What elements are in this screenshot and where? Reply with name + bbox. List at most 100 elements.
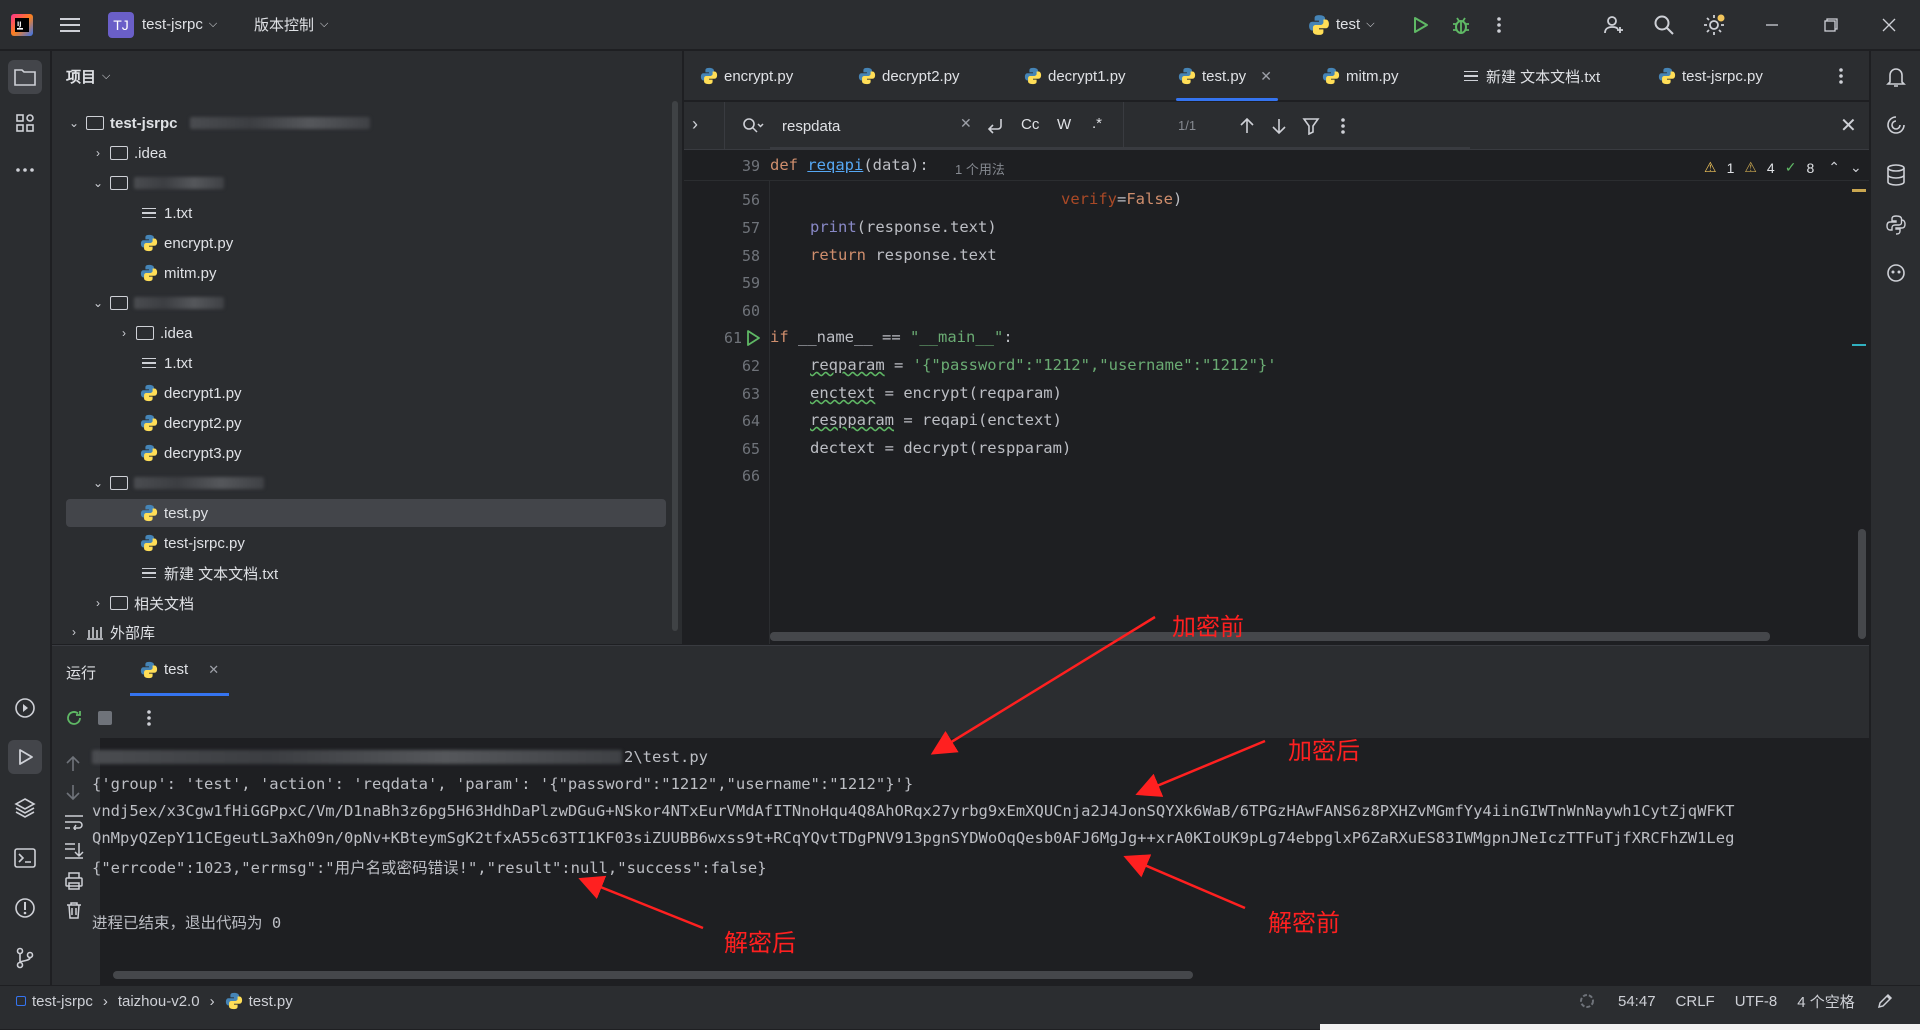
tab-test-py[interactable]: test.py ✕ <box>1176 51 1278 101</box>
breadcrumb-item[interactable]: taizhou-v2.0 <box>118 993 200 1010</box>
tree-item[interactable]: 1.txt <box>140 348 192 378</box>
python-console-icon[interactable] <box>1879 208 1913 242</box>
tree-item[interactable]: mitm.py <box>140 258 217 288</box>
indent-setting[interactable]: 4 个空格 <box>1797 991 1855 1012</box>
git-branch-icon[interactable] <box>8 941 42 975</box>
file-encoding[interactable]: UTF-8 <box>1735 993 1778 1010</box>
scroll-up-icon[interactable] <box>66 756 80 772</box>
tab-mitm-py[interactable]: mitm.py <box>1322 51 1399 101</box>
tree-item[interactable]: 新建 文本文档.txt <box>140 558 278 588</box>
code-editor[interactable]: 39 def reqapi(data): 1 个用法 ⚠ 1 ⚠ 4 ✓ 8 ⌃ ⌄ … <box>684 147 1869 644</box>
warning-stripe[interactable] <box>1852 189 1866 192</box>
tab-test-jsrpc-py[interactable]: test-jsrpc.py <box>1658 51 1763 101</box>
tree-folder-redacted[interactable]: ⌄ <box>90 168 224 198</box>
tree-folder-redacted[interactable]: ⌄ <box>90 288 224 318</box>
project-folder-icon[interactable] <box>8 60 42 94</box>
print-icon[interactable] <box>64 872 84 890</box>
tab-decrypt1-py[interactable]: decrypt1.py <box>1024 51 1126 101</box>
project-scrollbar[interactable] <box>672 101 678 631</box>
tabs-more-icon[interactable] <box>1838 51 1844 101</box>
run-gutter-icon[interactable] <box>745 329 761 347</box>
close-search-icon[interactable]: ✕ <box>1840 113 1857 138</box>
tab-encrypt-py[interactable]: encrypt.py <box>700 51 793 101</box>
close-run-tab-icon[interactable]: ✕ <box>208 662 219 678</box>
tree-item[interactable]: › 外部库 <box>66 617 155 647</box>
debug-button[interactable] <box>1450 0 1472 50</box>
project-switcher[interactable]: TJ test-jsrpc ⌵ <box>108 0 217 50</box>
clear-search-icon[interactable]: ✕ <box>960 115 972 132</box>
tree-item-selected[interactable]: test.py <box>140 498 208 528</box>
tree-item[interactable]: encrypt.py <box>140 228 233 258</box>
inspection-widget[interactable]: ⚠ 1 ⚠ 4 ✓ 8 ⌃ ⌄ <box>1704 159 1862 176</box>
breadcrumb-item[interactable]: test.py <box>249 993 293 1010</box>
restore-icon[interactable] <box>1824 0 1838 50</box>
tree-item[interactable]: decrypt2.py <box>140 408 242 438</box>
console-horizontal-scrollbar[interactable] <box>113 971 1193 979</box>
chevron-down-icon[interactable]: ⌄ <box>1850 159 1862 176</box>
more-actions-icon[interactable] <box>1496 0 1502 50</box>
add-user-icon[interactable] <box>1603 0 1625 50</box>
change-stripe[interactable] <box>1852 344 1866 346</box>
run-button[interactable] <box>1410 0 1430 50</box>
database-icon[interactable] <box>1879 158 1913 192</box>
expand-replace-icon[interactable]: › <box>692 114 698 135</box>
run-more-icon[interactable] <box>146 709 152 727</box>
tab-decrypt2-py[interactable]: decrypt2.py <box>858 51 960 101</box>
notifications-icon[interactable] <box>1879 60 1913 94</box>
breadcrumb-item[interactable]: test-jsrpc <box>32 993 93 1010</box>
caret-position[interactable]: 54:47 <box>1618 993 1656 1010</box>
new-line-icon[interactable] <box>986 117 1004 135</box>
ai-assistant-icon[interactable] <box>1879 108 1913 142</box>
soft-wrap-icon[interactable] <box>64 814 84 830</box>
stop-icon[interactable] <box>98 711 112 725</box>
services-icon[interactable] <box>8 691 42 725</box>
tree-item[interactable]: › .idea <box>116 318 193 348</box>
search-input[interactable] <box>782 114 932 138</box>
whole-words-toggle[interactable]: W <box>1057 116 1071 133</box>
settings-gear-icon[interactable] <box>1702 0 1726 50</box>
editor-horizontal-scrollbar[interactable] <box>770 632 1770 641</box>
layers-icon[interactable] <box>8 791 42 825</box>
arrow-up-icon[interactable] <box>1239 117 1255 135</box>
minimize-icon[interactable] <box>1765 0 1779 50</box>
line-separator[interactable]: CRLF <box>1676 993 1715 1010</box>
run-config-selector[interactable]: test ⌵ <box>1308 0 1375 50</box>
search-more-icon[interactable] <box>1340 117 1346 135</box>
usage-hint[interactable]: 1 个用法 <box>955 159 1005 178</box>
progress-spinner-icon[interactable] <box>1578 992 1596 1010</box>
edit-lock-icon[interactable] <box>1877 993 1893 1009</box>
close-tab-icon[interactable]: ✕ <box>1260 68 1272 85</box>
tree-folder-redacted[interactable]: ⌄ <box>90 468 264 498</box>
tree-item[interactable]: › .idea <box>90 138 167 168</box>
search-icon[interactable] <box>1653 0 1675 50</box>
run-tab-test[interactable]: test ✕ <box>130 646 230 696</box>
terminal-icon[interactable] <box>8 841 42 875</box>
tree-item[interactable]: 1.txt <box>140 198 192 228</box>
tab-text-doc[interactable]: 新建 文本文档.txt <box>1462 51 1600 101</box>
scroll-to-end-icon[interactable] <box>64 842 84 860</box>
filter-icon[interactable] <box>1302 117 1320 135</box>
arrow-down-icon[interactable] <box>1271 117 1287 135</box>
regex-toggle[interactable]: .* <box>1092 115 1102 132</box>
rerun-icon[interactable] <box>64 708 84 728</box>
tree-item[interactable]: test-jsrpc.py <box>140 528 245 558</box>
more-tools-icon[interactable] <box>8 153 42 187</box>
trash-icon[interactable] <box>65 901 83 919</box>
tree-item[interactable]: decrypt1.py <box>140 378 242 408</box>
main-menu-icon[interactable] <box>60 0 80 50</box>
project-panel-header[interactable]: 项目 ⌵ <box>66 51 110 101</box>
vcs-menu[interactable]: 版本控制 ⌵ <box>254 0 328 50</box>
run-tool-icon[interactable] <box>8 740 42 774</box>
structure-icon[interactable] <box>8 106 42 140</box>
copilot-icon[interactable] <box>1879 256 1913 290</box>
close-window-icon[interactable] <box>1882 0 1896 50</box>
jetbrains-logo[interactable]: IJ <box>10 0 34 50</box>
match-case-toggle[interactable]: Cc <box>1021 116 1039 133</box>
problems-icon[interactable] <box>8 891 42 925</box>
tree-item[interactable]: › 相关文档 <box>90 588 194 618</box>
editor-vertical-scrollbar[interactable] <box>1858 529 1866 639</box>
scroll-down-icon[interactable] <box>66 784 80 800</box>
search-history-icon[interactable] <box>742 117 764 135</box>
chevron-up-icon[interactable]: ⌃ <box>1828 159 1840 176</box>
tree-root[interactable]: ⌄ test-jsrpc <box>66 108 370 138</box>
